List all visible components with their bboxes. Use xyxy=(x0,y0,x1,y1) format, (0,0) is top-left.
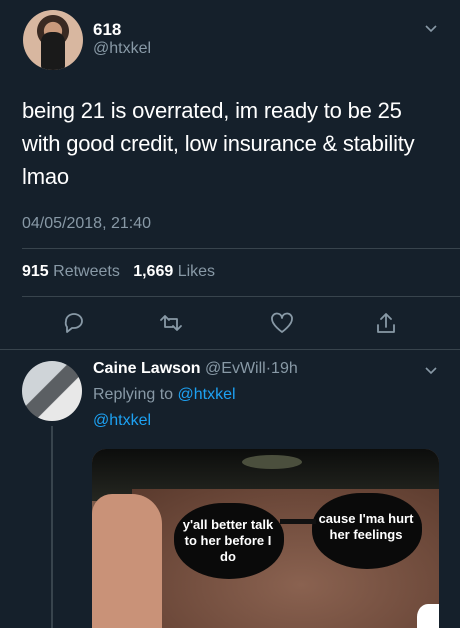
likes-count: 1,669 xyxy=(133,263,174,280)
author-handle[interactable]: @htxkel xyxy=(93,40,151,58)
reply-mention-link[interactable]: @htxkel xyxy=(93,412,151,430)
retweets-stat[interactable]: 915 Retweets xyxy=(22,263,124,280)
divider xyxy=(22,248,460,249)
replying-to-line: Replying to @htxkel xyxy=(93,386,236,404)
watermark-icon xyxy=(417,604,439,628)
reply-author-avatar[interactable] xyxy=(22,361,82,421)
glasses-bridge xyxy=(280,519,316,524)
reply-author-name[interactable]: Caine Lawson xyxy=(93,360,201,377)
tweet-stats: 915 Retweets 1,669 Likes xyxy=(22,263,215,281)
reply-time[interactable]: 19h xyxy=(271,360,298,377)
left-lens-caption: y'all better talk to her before I do xyxy=(182,517,274,564)
tweet-text: being 21 is overrated, im ready to be 25… xyxy=(22,98,415,189)
chevron-down-icon[interactable] xyxy=(424,364,438,378)
retweets-count: 915 xyxy=(22,263,49,280)
avatar-figure xyxy=(41,32,65,70)
author-avatar[interactable] xyxy=(23,10,83,70)
hand xyxy=(92,494,162,628)
author-display-name[interactable]: 618 xyxy=(93,20,121,40)
retweet-icon[interactable] xyxy=(158,310,184,336)
retweets-label: Retweets xyxy=(53,263,120,280)
reply-author-handle[interactable]: @EvWill xyxy=(205,360,266,377)
replying-to-handle[interactable]: @htxkel xyxy=(178,386,236,403)
divider xyxy=(0,349,460,350)
right-lens-caption: cause I'ma hurt her feelings xyxy=(318,511,414,542)
hat-logo xyxy=(242,455,302,469)
tweet-timestamp: 04/05/2018, 21:40 xyxy=(22,215,152,232)
thread-line xyxy=(51,426,53,628)
heart-icon[interactable] xyxy=(269,310,295,336)
likes-label: Likes xyxy=(177,263,216,280)
reply-icon[interactable] xyxy=(61,310,87,336)
share-icon[interactable] xyxy=(373,310,399,336)
reply-media-image[interactable]: y'all better talk to her before I do cau… xyxy=(92,449,439,628)
likes-stat[interactable]: 1,669 Likes xyxy=(133,263,215,280)
replying-to-label: Replying to xyxy=(93,386,174,403)
divider xyxy=(22,296,460,297)
reply-header: Caine Lawson @EvWill·19h xyxy=(93,360,298,378)
chevron-down-icon[interactable] xyxy=(424,22,438,36)
